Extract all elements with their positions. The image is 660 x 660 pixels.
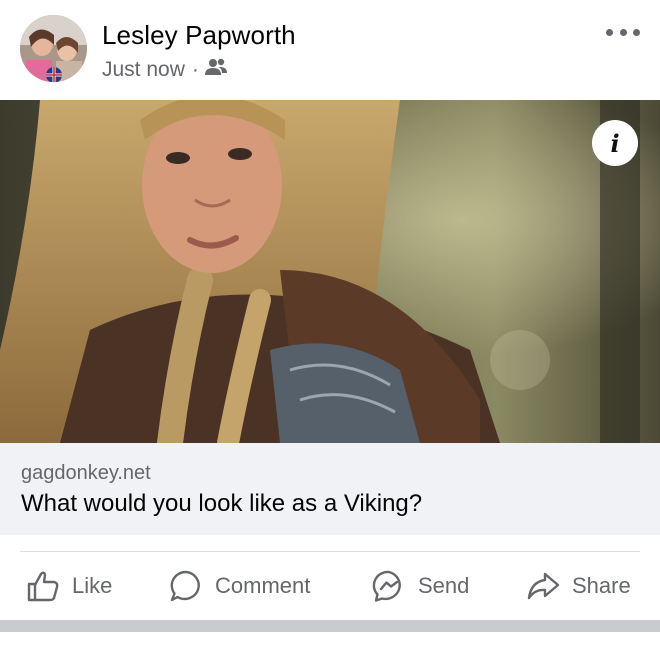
link-headline[interactable]: What would you look like as a Viking? bbox=[21, 490, 422, 518]
feed-post: Lesley Papworth Just now · i gagdonkey.n… bbox=[0, 0, 660, 660]
link-preview-image[interactable] bbox=[0, 100, 660, 443]
post-actions: Like Comment Send Share bbox=[0, 552, 660, 620]
like-button[interactable]: Like bbox=[26, 566, 112, 606]
more-options-icon[interactable] bbox=[606, 24, 640, 40]
post-header: Lesley Papworth Just now · bbox=[0, 0, 660, 100]
messenger-icon bbox=[372, 570, 401, 602]
avatar-photo bbox=[20, 15, 87, 82]
send-label: Send bbox=[418, 573, 470, 598]
friends-icon[interactable] bbox=[204, 58, 227, 82]
next-post-peek bbox=[0, 632, 660, 660]
share-label: Share bbox=[572, 573, 631, 598]
send-button[interactable]: Send bbox=[372, 566, 469, 606]
avatar[interactable] bbox=[20, 15, 87, 82]
post-timestamp[interactable]: Just now bbox=[102, 58, 185, 82]
meta-separator: · bbox=[191, 58, 199, 81]
like-label: Like bbox=[72, 573, 113, 598]
comment-label: Comment bbox=[215, 573, 311, 598]
link-domain[interactable]: gagdonkey.net bbox=[21, 462, 151, 485]
share-icon bbox=[527, 572, 560, 600]
post-meta: Just now · bbox=[102, 58, 227, 82]
feed-separator bbox=[0, 620, 660, 632]
link-preview-card[interactable] bbox=[0, 443, 660, 535]
like-icon bbox=[27, 571, 59, 602]
comment-button[interactable]: Comment bbox=[169, 566, 310, 606]
author-name[interactable]: Lesley Papworth bbox=[102, 20, 296, 51]
comment-icon bbox=[170, 570, 200, 602]
info-icon[interactable]: i bbox=[592, 120, 638, 166]
share-button[interactable]: Share bbox=[526, 566, 631, 606]
viking-portrait-image bbox=[0, 100, 660, 443]
